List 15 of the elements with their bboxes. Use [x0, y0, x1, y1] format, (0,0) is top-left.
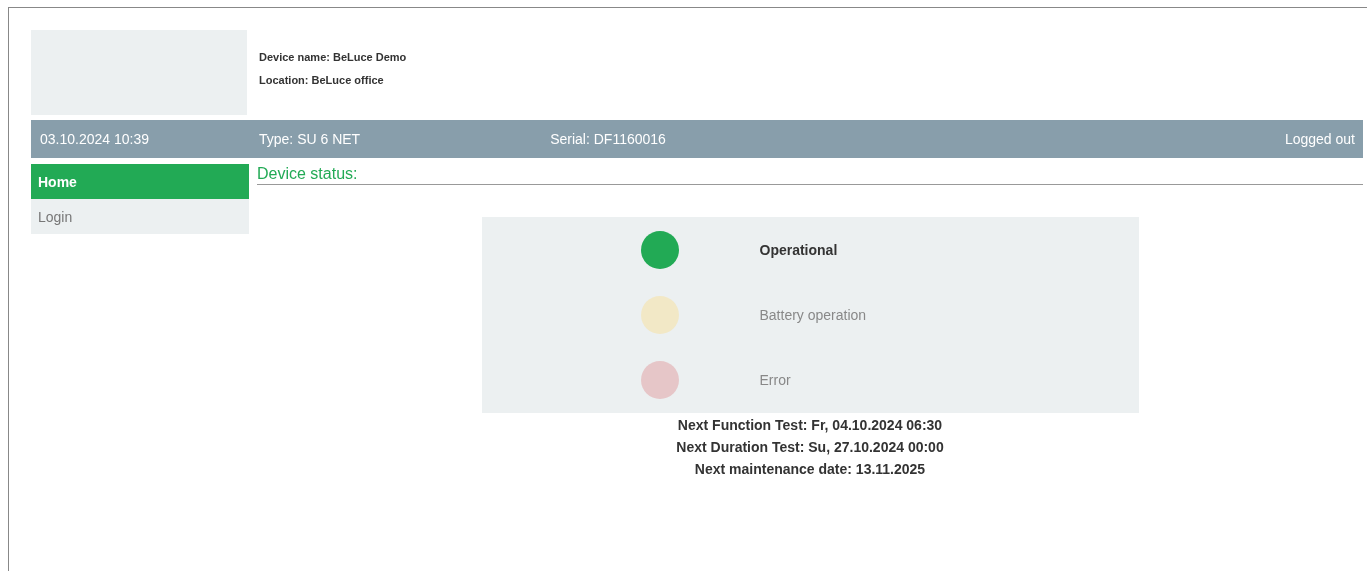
device-name: Device name: BeLuce Demo — [259, 51, 407, 63]
status-label: Error — [759, 372, 791, 388]
login-status: Logged out — [1284, 131, 1355, 147]
status-label: Battery operation — [759, 307, 867, 323]
sidebar-item[interactable]: Home — [31, 164, 249, 199]
date-time: 03.10.2024 10:39 — [40, 131, 149, 147]
status-label: Operational — [759, 242, 838, 258]
schedule-line: Next maintenance date: 13.11.2025 — [693, 460, 927, 479]
section-title: Device status: — [257, 164, 1363, 185]
serial-number: Serial: DF1160016 — [550, 131, 666, 147]
schedule-line: Next Function Test: Fr, 04.10.2024 06:30 — [676, 416, 944, 435]
device-location: Location: BeLuce office — [259, 74, 385, 86]
device-type: Type: SU 6 NET — [259, 131, 361, 147]
schedule-line: Next Duration Test: Su, 27.10.2024 00:00 — [676, 438, 944, 457]
sidebar-item[interactable]: Login — [31, 199, 249, 234]
